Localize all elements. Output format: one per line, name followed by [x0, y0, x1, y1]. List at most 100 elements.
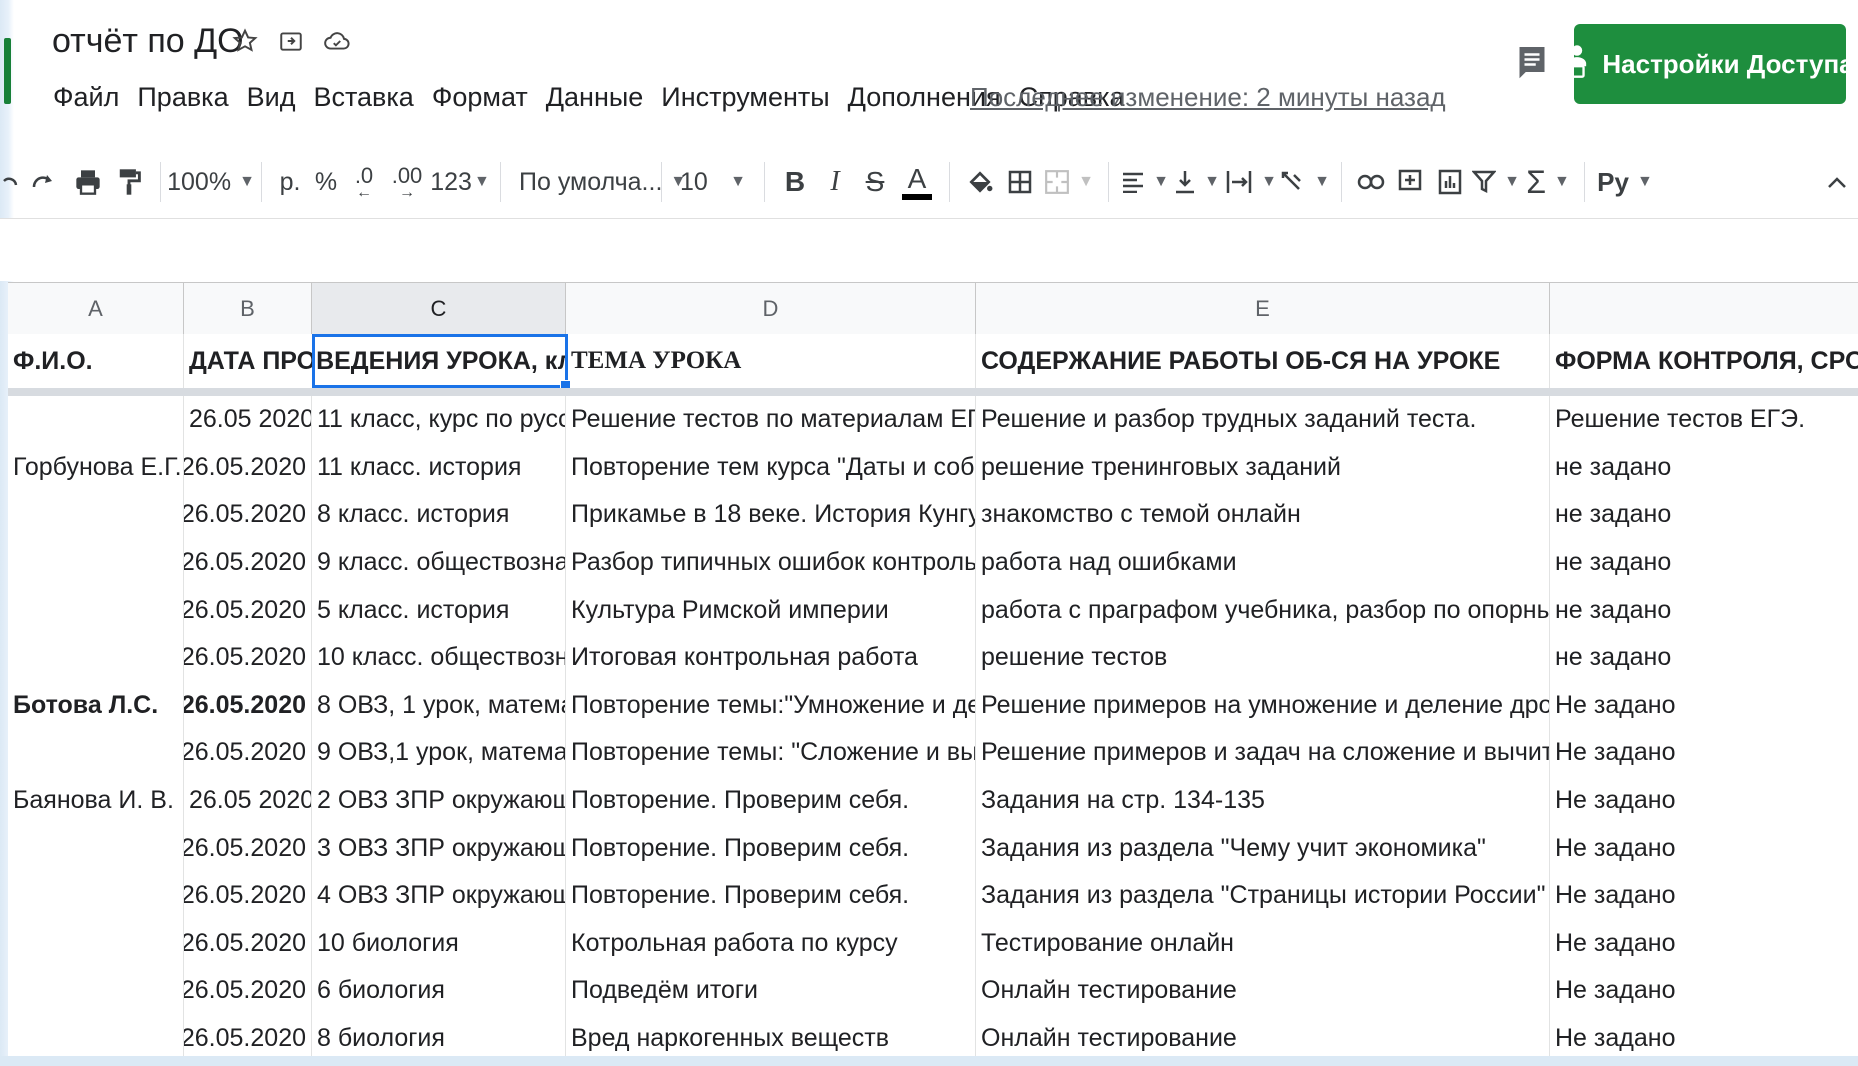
bold-button[interactable]: B [775, 155, 815, 209]
cell-control[interactable]: не задано [1550, 444, 1858, 492]
redo-icon[interactable] [20, 155, 68, 209]
cell-control[interactable]: не задано [1550, 539, 1858, 587]
collapse-menus-icon[interactable] [1822, 155, 1852, 209]
cell-date[interactable]: 26.05.2020 [184, 586, 312, 634]
increase-decimal-button[interactable]: .00 → [384, 155, 430, 209]
zoom-select[interactable]: 100% ▼ [167, 155, 255, 209]
cell-class[interactable]: 11 класс, курс по русскому я [312, 396, 566, 444]
menu-file[interactable]: Файл [44, 82, 128, 113]
cell-content[interactable]: Задания из раздела "Чему учит экономика" [976, 824, 1550, 872]
font-size-select[interactable]: 10 ▼ [672, 155, 754, 209]
formula-bar[interactable] [0, 218, 1858, 281]
column-header-b[interactable]: B [184, 283, 312, 335]
cell-class[interactable]: 8 ОВЗ, 1 урок, математика [312, 681, 566, 730]
move-to-folder-icon[interactable] [276, 22, 306, 60]
cell-content[interactable]: Решение примеров и задач на сложение и в… [976, 729, 1550, 777]
cell-control[interactable]: не задано [1550, 491, 1858, 539]
functions-icon[interactable]: Σ ▼ [1522, 155, 1574, 209]
cell-fio[interactable] [8, 634, 184, 682]
undo-icon[interactable] [0, 155, 20, 209]
column-header-c[interactable]: C [312, 283, 566, 335]
cell-topic[interactable]: Прикамье в 18 веке. История Кунгура [566, 491, 976, 539]
document-title[interactable]: отчёт по ДО [52, 22, 244, 61]
cell-control[interactable]: Не задано [1550, 967, 1858, 1015]
cell-content[interactable]: Решение и разбор трудных заданий теста. [976, 396, 1550, 444]
cell-header-control[interactable]: ФОРМА КОНТРОЛЯ, СРОК СДА [1550, 334, 1858, 388]
cell-date[interactable]: 26.05.2020 [184, 824, 312, 872]
cell-control[interactable]: Не задано [1550, 777, 1858, 825]
cell-header-date[interactable]: ДАТА ПРОВЕДЕНИЯ УРОКА, класс [184, 334, 566, 388]
filter-icon[interactable]: ▼ [1470, 155, 1522, 209]
cell-class[interactable]: 10 биология [312, 919, 566, 968]
cell-topic[interactable]: Решение тестов по материалам ЕГЭ. [566, 396, 976, 444]
cell-date[interactable]: 26.05.2020 [184, 729, 312, 777]
cell-class[interactable]: 6 биология [312, 967, 566, 1015]
cell-topic[interactable]: Итоговая контрольная работа [566, 634, 976, 682]
cell-content[interactable]: решение тестов [976, 634, 1550, 682]
menu-tools[interactable]: Инструменты [652, 82, 838, 113]
menu-insert[interactable]: Вставка [304, 82, 422, 113]
cell-header-fio[interactable]: Ф.И.О. [8, 334, 184, 388]
cell-class[interactable]: 4 ОВЗ ЗПР окружающий ми [312, 872, 566, 920]
decrease-decimal-button[interactable]: .0 ← [344, 155, 384, 209]
frozen-row-divider[interactable] [8, 388, 1858, 396]
format-percent-button[interactable]: % [308, 155, 344, 209]
star-icon[interactable] [230, 22, 260, 60]
cell-topic[interactable]: Котрольная работа по курсу [566, 919, 976, 968]
column-header-f[interactable] [1550, 283, 1858, 335]
cell-control[interactable]: не задано [1550, 634, 1858, 682]
cell-topic[interactable]: Повторение тем курса "Даты и события" [566, 443, 976, 492]
cell-date[interactable]: 26.05.2020 [184, 443, 312, 492]
paint-format-icon[interactable] [108, 155, 150, 209]
cell-control[interactable]: не задано [1550, 586, 1858, 634]
cell-date[interactable]: 26.05 2020 [184, 776, 312, 825]
text-wrap-icon[interactable]: ▼ [1223, 155, 1279, 209]
cell-topic[interactable]: Повторение. Проверим себя. [566, 872, 976, 920]
column-header-e[interactable]: E [976, 283, 1550, 335]
cell-date[interactable]: 26.05.2020 [184, 872, 312, 920]
borders-icon[interactable] [1000, 155, 1040, 209]
cell-topic[interactable]: Повторение темы:"Умножение и деление дес [566, 681, 976, 730]
cell-date[interactable]: 26.05.2020 [184, 967, 312, 1015]
cell-header-content[interactable]: СОДЕРЖАНИЕ РАБОТЫ ОБ-СЯ НА УРОКЕ [976, 334, 1550, 388]
cell-topic[interactable]: Подведём итоги [566, 967, 976, 1015]
cell-fio[interactable] [8, 824, 184, 872]
insert-chart-icon[interactable] [1430, 155, 1470, 209]
text-color-button[interactable]: A [895, 155, 939, 209]
format-currency-button[interactable]: р. [272, 155, 308, 209]
cell-control[interactable]: Не задано [1550, 872, 1858, 920]
cell-topic[interactable]: Повторение. Проверим себя. [566, 776, 976, 825]
cell-topic[interactable]: Повторение. Проверим себя. [566, 824, 976, 872]
text-rotation-icon[interactable]: ▼ [1279, 155, 1331, 209]
cell-topic[interactable]: Разбор типичных ошибок контрольной работ [566, 538, 976, 587]
cell-fio[interactable] [8, 396, 184, 444]
cell-class[interactable]: 8 класс. история [312, 491, 566, 539]
cell-fio[interactable] [8, 967, 184, 1015]
cell-fio[interactable]: Горбунова Е.Г. [8, 443, 184, 492]
cell-control[interactable]: Не задано [1550, 682, 1858, 730]
menu-view[interactable]: Вид [238, 82, 305, 113]
menu-data[interactable]: Данные [537, 82, 653, 113]
last-edit-link[interactable]: Последнее изменение: 2 минуты назад [970, 82, 1446, 113]
menu-format[interactable]: Формат [423, 82, 537, 113]
share-button[interactable]: Настройки Доступа [1568, 24, 1854, 104]
cell-date[interactable]: 26.05.2020 [184, 681, 312, 730]
cell-fio[interactable] [8, 729, 184, 777]
cell-fio[interactable] [8, 586, 184, 634]
cell-content[interactable]: работа с праграфом учебника, разбор по о… [976, 586, 1550, 634]
cell-content[interactable]: Задания на стр. 134-135 [976, 776, 1550, 825]
cell-fio[interactable] [8, 491, 184, 539]
column-header-d[interactable]: D [566, 283, 976, 335]
cell-control[interactable]: Не задано [1550, 824, 1858, 872]
cell-content[interactable]: работа над ошибками [976, 538, 1550, 587]
cell-date[interactable]: 26.05.2020 [184, 538, 312, 587]
print-icon[interactable] [68, 155, 108, 209]
merge-cells-icon[interactable]: ▼ [1040, 155, 1098, 209]
cell-content[interactable]: решение тренинговых заданий [976, 443, 1550, 492]
cell-header-topic[interactable]: ТЕМА УРОКА [566, 334, 976, 388]
cell-control[interactable]: Не задано [1550, 920, 1858, 968]
cell-date[interactable]: 26.05.2020 [184, 491, 312, 539]
cell-content[interactable]: знакомство с темой онлайн [976, 491, 1550, 539]
strikethrough-button[interactable]: S [855, 155, 895, 209]
cell-fio[interactable] [8, 919, 184, 968]
